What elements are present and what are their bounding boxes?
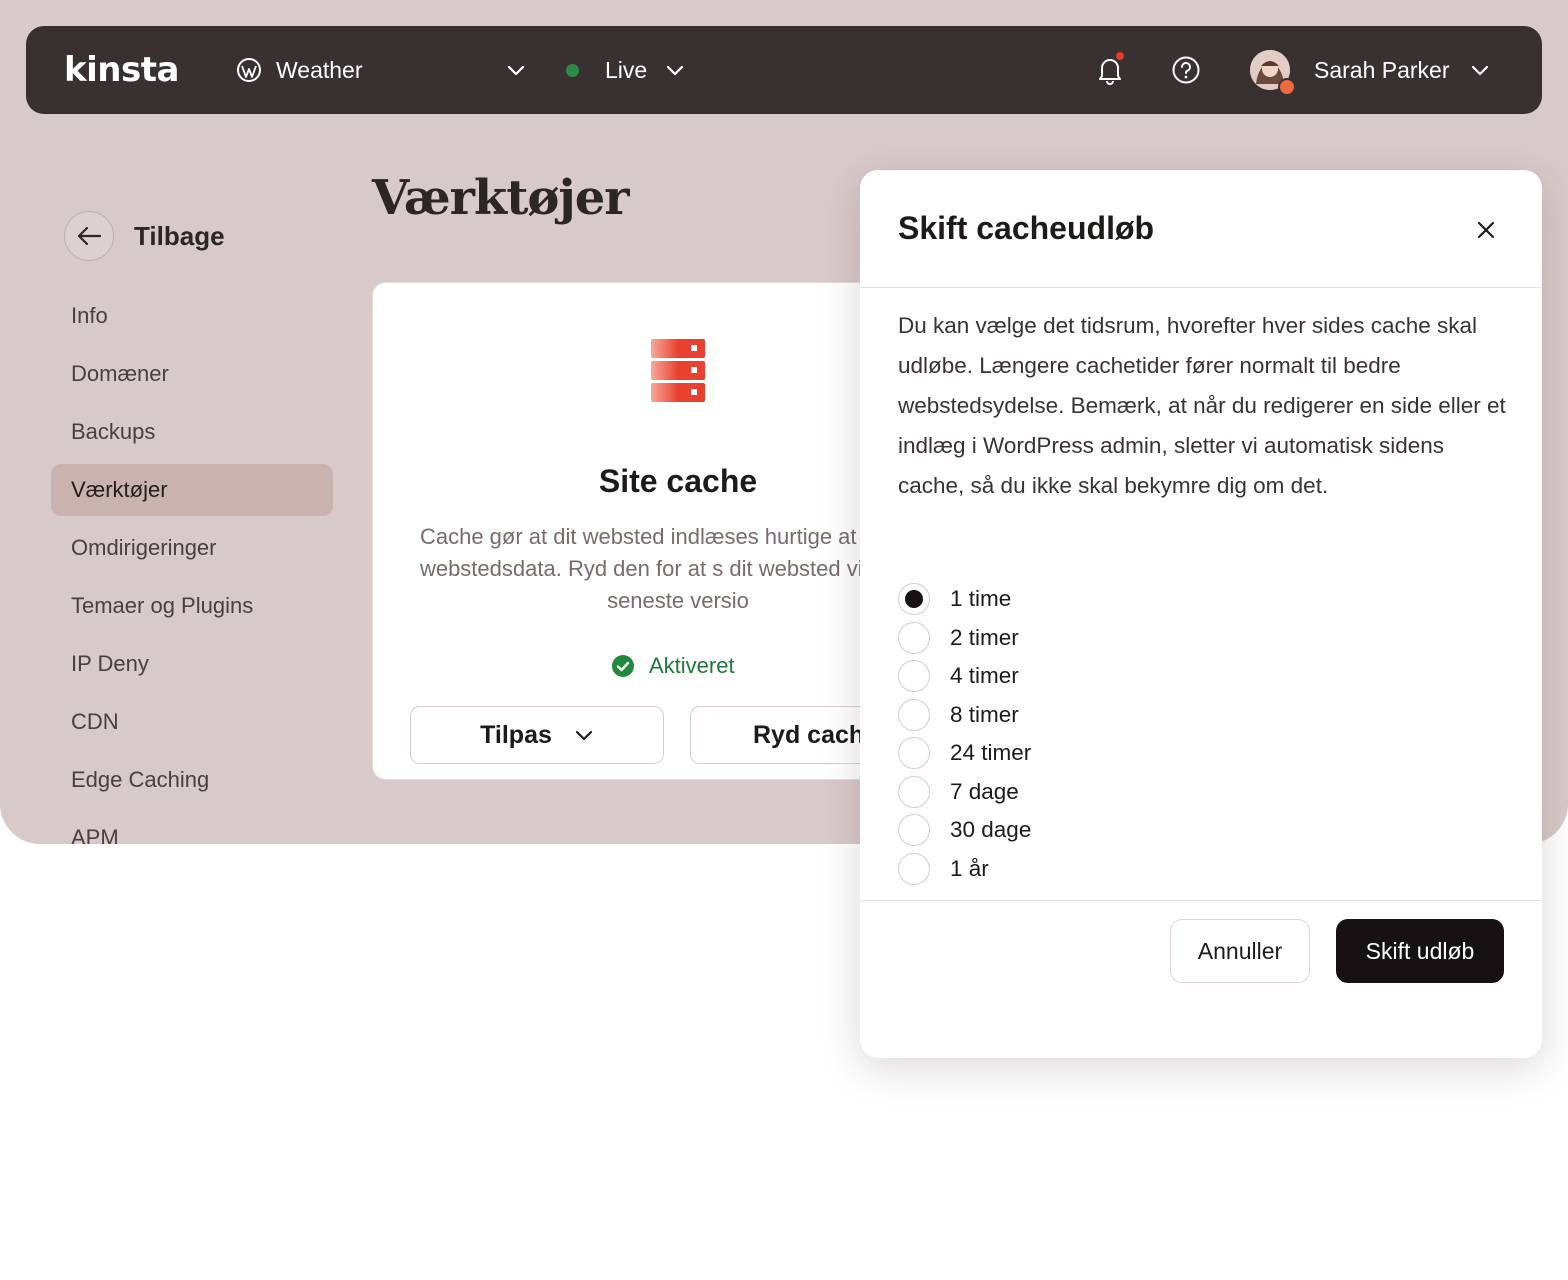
option-label: 1 år (950, 855, 989, 881)
option-2-hours[interactable]: 2 timer (898, 619, 1031, 658)
expiry-options: 1 time 2 timer 4 timer 8 timer 24 timer … (898, 580, 1031, 888)
option-7-days[interactable]: 7 dage (898, 773, 1031, 812)
chevron-down-icon (507, 65, 525, 76)
radio-button[interactable] (898, 660, 930, 693)
option-8-hours[interactable]: 8 timer (898, 696, 1031, 735)
chevron-down-icon (575, 730, 592, 741)
option-label: 30 dage (950, 817, 1032, 843)
sidebar-item-backups[interactable]: Backups (51, 406, 333, 458)
chevron-down-icon (667, 65, 684, 76)
option-24-hours[interactable]: 24 timer (898, 734, 1031, 773)
lightning-badge-icon (1278, 78, 1296, 96)
sidebar-item-domains[interactable]: Domæner (51, 348, 333, 400)
option-label: 8 timer (950, 701, 1019, 727)
status-label: Aktiveret (649, 653, 735, 678)
modal-header: Skift cacheudløb (860, 170, 1542, 288)
server-icon (651, 339, 705, 402)
check-circle-icon (612, 655, 634, 677)
notification-dot (1116, 52, 1124, 60)
sidebar-item-apm[interactable]: APM (51, 812, 333, 844)
radio-button[interactable] (898, 698, 930, 731)
cache-status: Aktiveret (611, 653, 735, 679)
option-label: 24 timer (950, 740, 1032, 766)
wordpress-icon (237, 58, 261, 82)
user-menu[interactable]: Sarah Parker (1250, 26, 1490, 114)
sidebar-item-cdn[interactable]: CDN (51, 696, 333, 748)
radio-button[interactable] (898, 583, 930, 616)
option-label: 7 dage (950, 778, 1019, 804)
radio-button[interactable] (898, 852, 930, 885)
chevron-down-icon (1471, 65, 1488, 76)
help-icon (1172, 56, 1200, 84)
kinsta-logo[interactable]: kinsta (64, 50, 179, 90)
radio-button[interactable] (898, 775, 930, 808)
change-expiry-button[interactable]: Skift udløb (1336, 919, 1504, 983)
customize-button[interactable]: Tilpas (410, 706, 664, 764)
sidebar-item-ip-deny[interactable]: IP Deny (51, 638, 333, 690)
sidebar-item-themes-plugins[interactable]: Temaer og Plugins (51, 580, 333, 632)
sidebar-item-tools[interactable]: Værktøjer (51, 464, 333, 516)
sidebar-item-edge-caching[interactable]: Edge Caching (51, 754, 333, 806)
radio-button[interactable] (898, 814, 930, 847)
site-name: Weather (276, 56, 363, 83)
back-label: Tilbage (134, 220, 225, 251)
modal-footer: Annuller Skift udløb (860, 900, 1542, 1058)
close-icon[interactable] (1474, 218, 1498, 242)
notifications-button[interactable] (1092, 52, 1128, 88)
option-1-year[interactable]: 1 år (898, 850, 1031, 889)
arrow-left-icon (77, 226, 102, 246)
avatar (1250, 50, 1296, 96)
option-30-days[interactable]: 30 dage (898, 811, 1031, 850)
radio-button[interactable] (898, 737, 930, 770)
site-selector[interactable]: Weather (236, 26, 526, 114)
option-1-hour[interactable]: 1 time (898, 580, 1031, 619)
environment-selector[interactable]: Live (566, 26, 685, 114)
cache-expiry-modal: Skift cacheudløb Du kan vælge det tidsru… (860, 170, 1542, 1058)
back-button[interactable]: Tilbage (64, 211, 225, 261)
option-label: 2 timer (950, 624, 1019, 650)
top-bar: kinsta Weather Live Sarah Parker (26, 26, 1542, 114)
option-4-hours[interactable]: 4 timer (898, 657, 1031, 696)
user-name: Sarah Parker (1314, 56, 1450, 83)
environment-name: Live (605, 56, 648, 83)
modal-description: Du kan vælge det tidsrum, hvorefter hver… (898, 313, 1506, 498)
option-label: 1 time (950, 586, 1012, 612)
help-button[interactable] (1168, 52, 1204, 88)
clear-cache-label: Ryd cach (753, 720, 865, 749)
sidebar-item-info[interactable]: Info (51, 290, 333, 342)
customize-label: Tilpas (480, 720, 552, 749)
modal-title: Skift cacheudløb (898, 210, 1155, 246)
cancel-button[interactable]: Annuller (1170, 919, 1310, 983)
live-status-dot (566, 63, 579, 77)
option-label: 4 timer (950, 663, 1019, 689)
sidebar-nav: Info Domæner Backups Værktøjer Omdiriger… (51, 290, 333, 844)
radio-button[interactable] (898, 621, 930, 654)
back-arrow-button[interactable] (64, 211, 114, 261)
sidebar-item-redirects[interactable]: Omdirigeringer (51, 522, 333, 574)
page-title: Værktøjer (372, 170, 630, 226)
